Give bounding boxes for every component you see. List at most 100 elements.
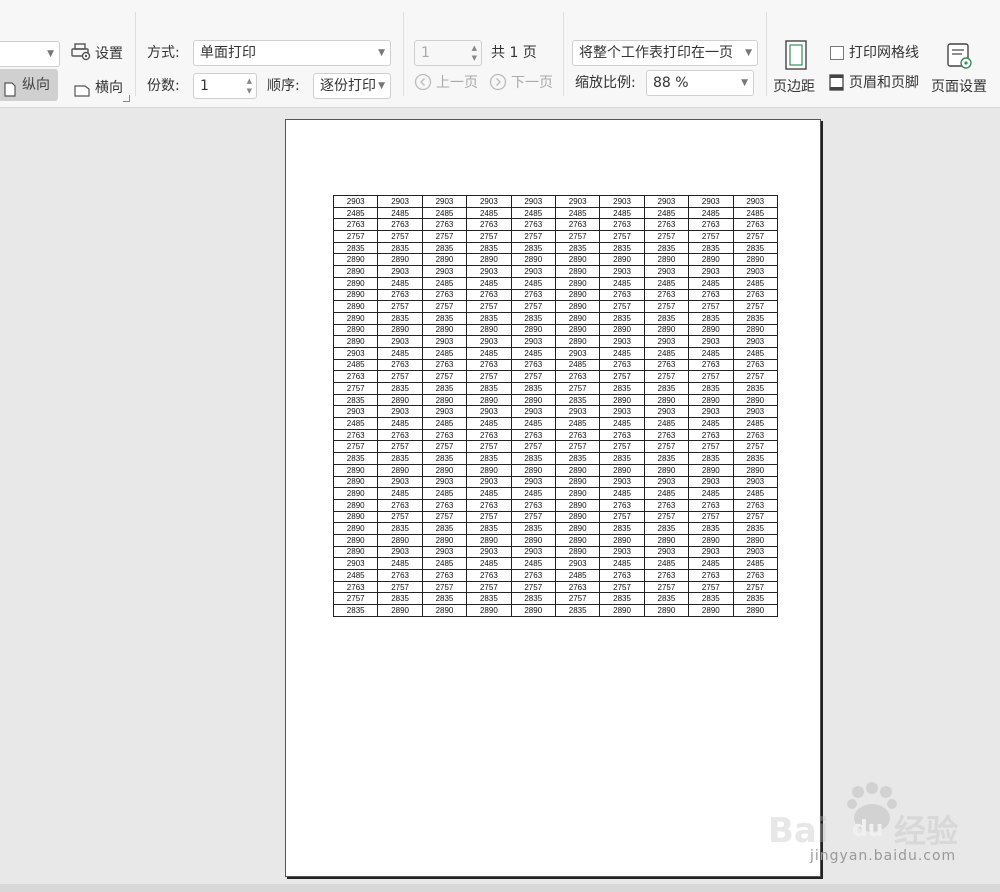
- table-row: 2763 2757 2757 2757 2757 2763 2757 2757 2757 2757: [332, 370, 778, 383]
- table-row: 2890 2485 2485 2485 2485 2890 2485 2485 2485 2485: [332, 487, 778, 500]
- group-expand-icon[interactable]: [123, 95, 130, 102]
- table-cell: 2890: [421, 393, 468, 407]
- table-row: 2485 2485 2485 2485 2485 2485 2485 2485 2485 2485: [332, 206, 778, 220]
- table-row: 2763 2763 2763 2763 2763 2763 2763 2763 2763 2763: [332, 218, 778, 232]
- table-cell: 2890: [466, 253, 512, 267]
- table-cell: 2485: [643, 206, 690, 220]
- table-cell: 2903: [421, 475, 468, 489]
- table-cell: 2890: [332, 311, 379, 325]
- table-cell: 2835: [510, 382, 556, 395]
- spin-up-icon[interactable]: ▲: [247, 77, 252, 85]
- gridlines-label[interactable]: 打印网格线: [849, 43, 919, 63]
- table-cell: 2835: [688, 452, 734, 465]
- table-cell: 2903: [643, 545, 690, 559]
- table-row: 2763 2763 2763 2763 2763 2763 2763 2763 2763 2763: [332, 428, 778, 442]
- landscape-button[interactable]: 横向: [95, 78, 123, 98]
- table-cell: 2835: [643, 241, 690, 255]
- table-cell: 2485: [466, 206, 512, 220]
- page-margins-icon[interactable]: [784, 40, 808, 74]
- table-cell: 2763: [599, 218, 645, 232]
- table-cell: 2835: [421, 592, 468, 606]
- spin-up-icon[interactable]: ▲: [472, 44, 477, 52]
- table-cell: 2485: [599, 487, 645, 500]
- table-row: 2890 2763 2763 2763 2763 2890 2763 2763 2763 2763: [332, 288, 778, 302]
- table-cell: 2763: [643, 569, 690, 582]
- table-cell: 2835: [688, 522, 734, 535]
- table-cell: 2890: [466, 604, 512, 617]
- table-cell: 2835: [377, 452, 423, 465]
- divider: [766, 12, 767, 96]
- table-cell: 2757: [688, 440, 734, 454]
- prev-page-icon[interactable]: [414, 73, 432, 95]
- table-cell: 2835: [643, 522, 690, 535]
- table-cell: 2485: [599, 346, 645, 360]
- margins-button[interactable]: 页边距: [773, 77, 815, 97]
- page-setup-icon[interactable]: [946, 42, 974, 74]
- table-cell: 2757: [732, 510, 778, 524]
- table-cell: 2485: [421, 276, 468, 290]
- table-cell: 2890: [554, 498, 601, 512]
- zoom-select[interactable]: 88 % ▼: [646, 70, 754, 96]
- portrait-button[interactable]: 纵向: [0, 69, 58, 101]
- table-cell: 2485: [599, 276, 645, 290]
- table-cell: 2903: [421, 335, 468, 348]
- table-row: 2890 2890 2890 2890 2890 2890 2890 2890 2890 2890: [332, 253, 778, 267]
- table-cell: 2890: [377, 463, 423, 477]
- next-page-icon[interactable]: [489, 73, 507, 95]
- table-cell: 2903: [643, 475, 690, 489]
- table-cell: 2903: [732, 335, 778, 348]
- table-cell: 2763: [599, 358, 645, 372]
- table-cell: 2903: [599, 335, 645, 348]
- table-cell: 2485: [643, 487, 690, 500]
- page-number-stepper[interactable]: 1 ▲ ▼: [414, 40, 482, 66]
- copies-stepper[interactable]: 1 ▲ ▼: [193, 73, 257, 99]
- table-cell: 2903: [377, 335, 423, 348]
- table-cell: 2890: [554, 323, 601, 337]
- table-cell: 2763: [732, 569, 778, 582]
- next-page-button[interactable]: 下一页: [511, 73, 553, 93]
- table-cell: 2485: [510, 276, 556, 290]
- order-select[interactable]: 逐份打印 ▼: [313, 73, 391, 99]
- spin-down-icon[interactable]: ▼: [472, 54, 477, 62]
- table-cell: 2757: [510, 580, 556, 594]
- table-row: 2890 2763 2763 2763 2763 2890 2763 2763 2763 2763: [332, 498, 778, 512]
- table-cell: 2757: [510, 300, 556, 313]
- prev-page-button[interactable]: 上一页: [436, 73, 478, 93]
- printer-select[interactable]: ▼: [0, 41, 60, 67]
- table-row: 2485 2763 2763 2763 2763 2485 2763 2763 2763 2763: [332, 569, 778, 582]
- printer-settings-icon[interactable]: [71, 43, 91, 61]
- table-cell: 2890: [732, 533, 778, 547]
- table-cell: 2903: [554, 405, 601, 419]
- table-cell: 2763: [466, 288, 512, 302]
- table-cell: 2835: [688, 592, 734, 606]
- settings-button[interactable]: 设置: [95, 44, 123, 64]
- table-cell: 2890: [332, 253, 379, 267]
- table-cell: 2890: [421, 463, 468, 477]
- table-cell: 2835: [332, 241, 379, 255]
- table-cell: 2485: [688, 557, 734, 570]
- table-cell: 2485: [732, 557, 778, 570]
- copies-label: 份数:: [147, 78, 180, 94]
- table-cell: 2763: [421, 498, 468, 512]
- table-cell: 2835: [421, 311, 468, 325]
- table-cell: 2757: [643, 510, 690, 524]
- mode-select[interactable]: 单面打印 ▼: [193, 40, 391, 66]
- page-setup-button[interactable]: 页面设置: [931, 77, 987, 97]
- spin-down-icon[interactable]: ▼: [247, 87, 252, 95]
- table-row: 2890 2903 2903 2903 2903 2890 2903 2903 2903 2903: [332, 475, 778, 489]
- gridlines-checkbox[interactable]: [830, 46, 844, 60]
- table-cell: 2757: [421, 300, 468, 313]
- header-footer-button[interactable]: 页眉和页脚: [849, 73, 919, 93]
- table-cell: 2890: [332, 510, 379, 524]
- table-cell: 2763: [688, 218, 734, 232]
- table-cell: 2890: [554, 510, 601, 524]
- fit-to-page-select[interactable]: 将整个工作表打印在一页 ▼: [572, 40, 758, 66]
- table-cell: 2903: [554, 346, 601, 360]
- table-cell: 2763: [377, 218, 423, 232]
- header-footer-icon[interactable]: [829, 74, 844, 95]
- table-cell: 2757: [466, 440, 512, 454]
- table-cell: 2903: [554, 195, 601, 208]
- table-cell: 2763: [421, 358, 468, 372]
- table-cell: 2757: [510, 230, 556, 243]
- table-cell: 2903: [688, 195, 734, 208]
